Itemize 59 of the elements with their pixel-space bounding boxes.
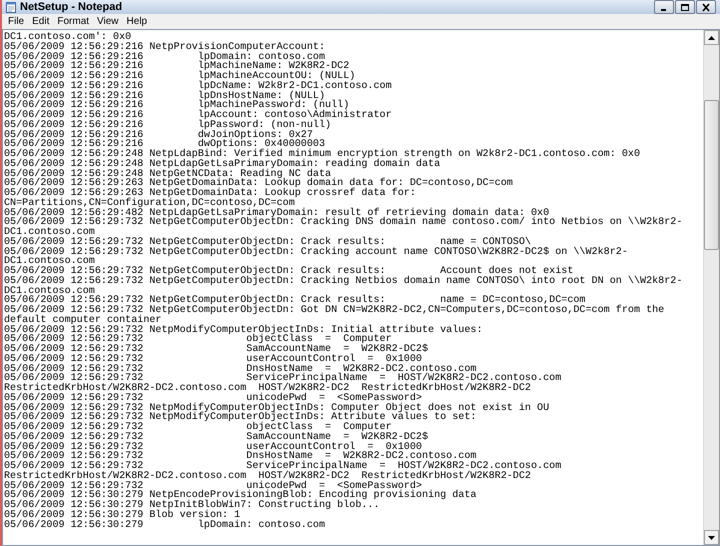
maximize-button[interactable] [675,0,695,14]
log-line: 05/06/2009 12:56:29:216 lpPassword: (non-null) [4,120,332,130]
log-line: 05/06/2009 12:56:29:216 lpMachinePassword: (null) [4,101,350,111]
log-line: 05/06/2009 12:56:29:732 unicodePwd = <SomePassword> [4,394,422,404]
log-line: 05/06/2009 12:56:29:732 NetpGetComputerObjectDn: Crack results: Account does not exist [4,267,574,277]
log-line: 05/06/2009 12:56:29:732 NetpGetComputerObjectDn: Cracking Netbios domain name CONTOSO\ into root DN on \\W2k8r2- [4,276,682,286]
log-line: RestrictedKrbHost/W2K8R2-DC2.contoso.com HOST/W2K8R2-DC2 RestrictedKrbHost/W2K8R2-DC2 [4,472,531,482]
log-line: CN=Partitions,CN=Configuration,DC=contoso,DC=com [4,198,295,208]
log-line: DC1.contoso.com': 0x0 [4,33,132,43]
scrollbar[interactable] [703,30,719,545]
log-line: 05/06/2009 12:56:29:732 NetpGetComputerObjectDn: Got DN CN=W2K8R2-DC2,CN=Computers,DC=contoso,DC=com from the [4,306,664,316]
log-line: 05/06/2009 12:56:30:279 Blob version: 1 [4,510,240,520]
log-line: 05/06/2009 12:56:29:732 objectClass = Computer [4,423,392,433]
log-line: RestrictedKrbHost/W2K8R2-DC2.contoso.com HOST/W2K8R2-DC2 RestrictedKrbHost/W2K8R2-DC2 [4,384,531,394]
log-line: 05/06/2009 12:56:29:732 ServicePrincipalName = HOST/W2K8R2-DC2.contoso.com [4,374,562,384]
log-line: 05/06/2009 12:56:29:732 SamAccountName = W2K8R2-DC2$ [4,432,428,442]
minimize-icon [661,8,666,10]
log-line: 05/06/2009 12:56:29:216 lpMachineAccountOU: (NULL) [4,72,356,82]
menu-item[interactable]: View [93,16,123,26]
window-title: NetSetup - Notepad [20,2,122,12]
scroll-down-button[interactable] [704,530,719,545]
scroll-thumb[interactable] [704,100,719,250]
menu-item[interactable]: Help [122,16,152,26]
log-line: 05/06/2009 12:56:29:732 NetpGetComputerObjectDn: Crack results: name = DC=contoso,DC=com [4,296,586,306]
log-line: 05/06/2009 12:56:29:248 NetpLdapGetLsaPrimaryDomain: reading domain data [4,160,440,170]
close-icon [702,2,710,12]
log-line: 05/06/2009 12:56:29:216 dwOptions: 0x40000003 [4,140,326,150]
menu-item[interactable]: Format [53,16,94,26]
log-line: 05/06/2009 12:56:29:263 NetpGetDomainData: Lookup domain data for: DC=contoso,DC=com [4,179,513,189]
log-line: 05/06/2009 12:56:29:732 DnsHostName = W2K8R2-DC2.contoso.com [4,452,476,462]
scroll-up-button[interactable] [704,30,719,45]
down-arrow-icon [708,536,715,540]
log-line: 05/06/2009 12:56:29:216 lpAccount: contoso\Administrator [4,111,392,121]
log-line: 05/06/2009 12:56:29:732 objectClass = Computer [4,335,392,345]
log-line: DC1.contoso.com [4,257,95,267]
log-line: 05/06/2009 12:56:29:732 userAccountControl = 0x1000 [4,354,422,364]
maximize-icon [681,4,689,10]
notepad-icon [6,2,16,12]
log-line: 05/06/2009 12:56:29:732 NetpGetComputerObjectDn: Cracking account name CONTOSO\W2K8R2-DC2$ on \\W2k8r2- [4,248,628,258]
log-line: 05/06/2009 12:56:29:216 lpDcName: W2k8r2-DC1.contoso.com [4,82,392,92]
log-line: 05/06/2009 12:56:29:263 NetpGetDomainData: Lookup crossref data for: [4,189,416,199]
close-button[interactable] [696,0,716,14]
minimize-button[interactable] [654,0,674,14]
log-line: 05/06/2009 12:56:29:732 NetpModifyComputerObjectInDs: Attribute values to set: [4,413,476,423]
log-line: DC1.contoso.com [4,228,95,238]
log-line: default computer container [4,316,162,326]
log-line: 05/06/2009 12:56:30:279 NetpEncodeProvisioningBlob: Encoding provisioning data [4,491,476,501]
up-arrow-icon [708,36,715,40]
menu-item[interactable]: Edit [28,16,54,26]
log-line: 05/06/2009 12:56:29:732 ServicePrincipalName = HOST/W2K8R2-DC2.contoso.com [4,462,562,472]
log-line: 05/06/2009 12:56:29:248 NetpLdapBind: Verified minimum encryption strength on W2k8r2-DC1.contoso.com: 0x0 [4,150,640,160]
log-line: 05/06/2009 12:56:29:216 NetpProvisionComputerAccount: [4,42,326,52]
log-line: 05/06/2009 12:56:29:216 lpMachineName: W2K8R2-DC2 [4,62,350,72]
log-line: 05/06/2009 12:56:29:732 NetpGetComputerObjectDn: Cracking DNS domain name contoso.com/ into Netbios on \\W2k8r2- [4,218,682,228]
log-line: 05/06/2009 12:56:30:279 NetpInitBlobWin7: Constructing blob... [4,501,380,511]
log-line: 05/06/2009 12:56:29:732 SamAccountName = W2K8R2-DC2$ [4,345,428,355]
log-line: 05/06/2009 12:56:30:279 lpDomain: contoso.com [4,520,326,530]
menu-item[interactable]: File [4,16,28,26]
log-line: 05/06/2009 12:56:29:732 NetpGetComputerObjectDn: Crack results: name = CONTOSO\ [4,238,531,248]
